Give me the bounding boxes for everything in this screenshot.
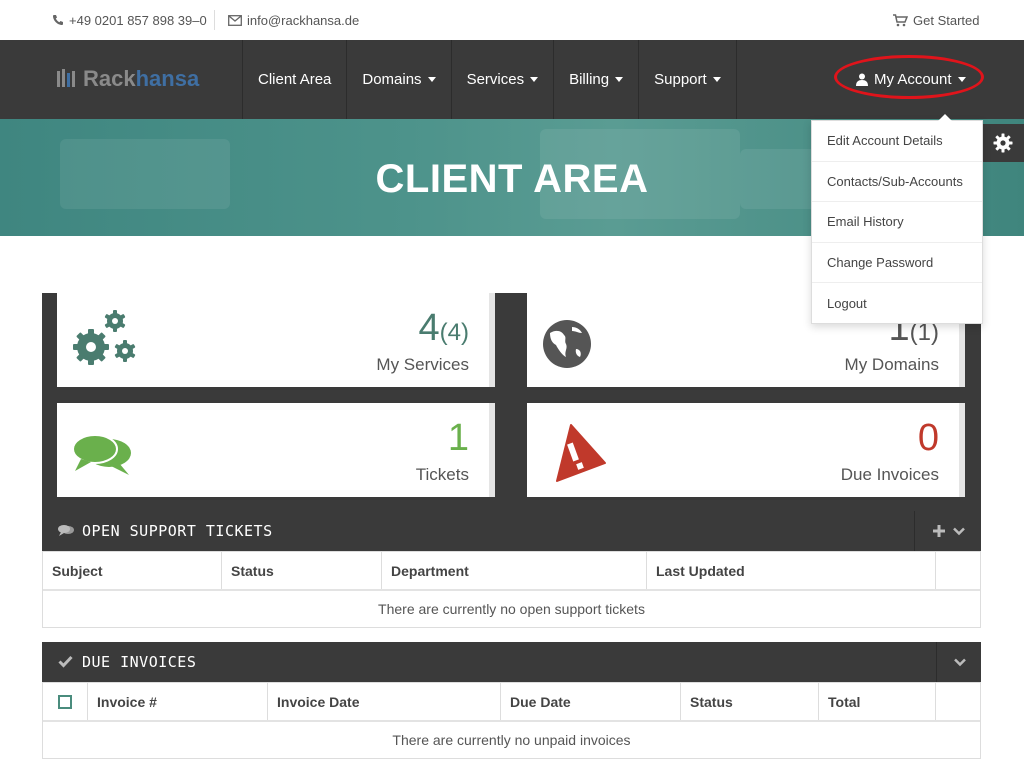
caret-down-icon [712,77,721,82]
nav-domains-label: Domains [362,71,422,88]
col-subject[interactable]: Subject [43,552,222,589]
col-invoice-date[interactable]: Invoice Date [268,683,501,720]
table-header: Invoice # Invoice Date Due Date Status T… [43,683,980,722]
col-last-updated[interactable]: Last Updated [647,552,936,589]
menu-item-logout[interactable]: Logout [812,283,982,323]
nav-client-area-label: Client Area [258,71,332,88]
due-invoices-panel-header: DUE INVOICES [42,642,981,682]
col-select-all [43,683,88,720]
email-contact[interactable]: info@rackhansa.de [228,0,359,40]
support-tickets-table: Subject Status Department Last Updated T… [42,551,981,628]
topbar-divider [214,10,215,30]
services-total-value: (4) [439,319,469,346]
nav-services[interactable]: Services [452,40,555,119]
col-status[interactable]: Status [222,552,382,589]
empty-tickets-message: There are currently no open support tick… [378,601,645,617]
services-label: My Services [376,355,469,374]
phone-contact[interactable]: +49 0201 857 898 39–0 [52,0,207,40]
support-panel-controls [914,511,982,551]
empty-invoices-message: There are currently no unpaid invoices [392,732,631,748]
tile-tickets[interactable]: 1 Tickets [57,403,495,497]
gears-icon [73,310,136,365]
col-total[interactable]: Total [819,683,936,720]
cart-icon [893,13,908,26]
services-count-value: 4 [418,307,440,349]
warning-icon [556,424,606,482]
nav-services-label: Services [466,71,525,88]
caret-down-icon [427,77,436,82]
chevron-down-icon[interactable] [952,527,965,536]
check-icon [58,655,73,668]
comments-icon [58,525,74,536]
main-navbar: Rack hansa Client Area Domains Services B… [0,40,1024,119]
tile-services[interactable]: 4(4) My Services [57,293,495,387]
due-invoices-table: Invoice # Invoice Date Due Date Status T… [42,682,981,759]
menu-item-change-password[interactable]: Change Password [812,243,982,284]
nav-domains[interactable]: Domains [347,40,452,119]
settings-button[interactable] [982,124,1024,162]
gear-icon [993,133,1013,153]
phone-icon [53,15,63,25]
table-header: Subject Status Department Last Updated [43,552,980,591]
nav-support-label: Support [654,71,707,88]
chevron-down-icon[interactable] [953,658,966,667]
logo-text-rack: Rack [83,66,136,91]
invoices-count: 0 [917,417,939,459]
nav-client-area[interactable]: Client Area [243,40,348,119]
services-count: 4(4) [419,307,469,354]
tickets-label: Tickets [415,465,469,484]
account-dropdown-menu: Edit Account Details Contacts/Sub-Accoun… [811,114,983,324]
caret-down-icon [530,77,539,82]
top-bar: +49 0201 857 898 39–0 info@rackhansa.de … [0,0,1024,40]
tickets-count: 1 [447,417,469,459]
col-department[interactable]: Department [382,552,647,589]
menu-item-contacts[interactable]: Contacts/Sub-Accounts [812,162,982,203]
invoices-panel-controls [936,642,982,682]
domains-label: My Domains [844,355,939,374]
invoices-label: Due Invoices [840,465,939,484]
email-address: info@rackhansa.de [247,12,360,28]
support-tickets-title: OPEN SUPPORT TICKETS [82,522,273,540]
nav-billing-label: Billing [569,71,610,88]
menu-item-edit-account[interactable]: Edit Account Details [812,121,982,162]
menu-item-email-history[interactable]: Email History [812,202,982,243]
col-actions [936,552,980,589]
nav-links: Client Area Domains Services Billing Sup… [242,40,737,119]
comments-icon [72,434,131,475]
nav-support[interactable]: Support [639,40,737,119]
dashboard-tiles: 4(4) My Services 1(1) My Domains 1 Ticke… [42,293,981,511]
get-started-link[interactable]: Get Started [893,0,979,40]
server-rack-icon [57,69,75,87]
col-actions [936,683,980,720]
nav-billing[interactable]: Billing [554,40,640,119]
logo-text-hansa: hansa [135,66,200,91]
tile-due-invoices[interactable]: 0 Due Invoices [527,403,965,497]
select-all-checkbox[interactable] [58,694,72,709]
caret-down-icon [615,77,624,82]
dropdown-arrow [938,114,952,121]
globe-icon [543,320,591,368]
site-logo[interactable]: Rack hansa [57,64,199,94]
col-due-date[interactable]: Due Date [501,683,681,720]
col-status[interactable]: Status [681,683,819,720]
col-invoice-number[interactable]: Invoice # [88,683,268,720]
phone-number: +49 0201 857 898 39–0 [69,12,207,28]
due-invoices-title: DUE INVOICES [82,653,197,671]
envelope-icon [228,14,242,26]
highlight-ellipse [834,55,984,99]
plus-icon[interactable] [932,525,945,537]
get-started-label: Get Started [913,12,980,28]
support-tickets-panel-header: OPEN SUPPORT TICKETS [42,511,981,551]
